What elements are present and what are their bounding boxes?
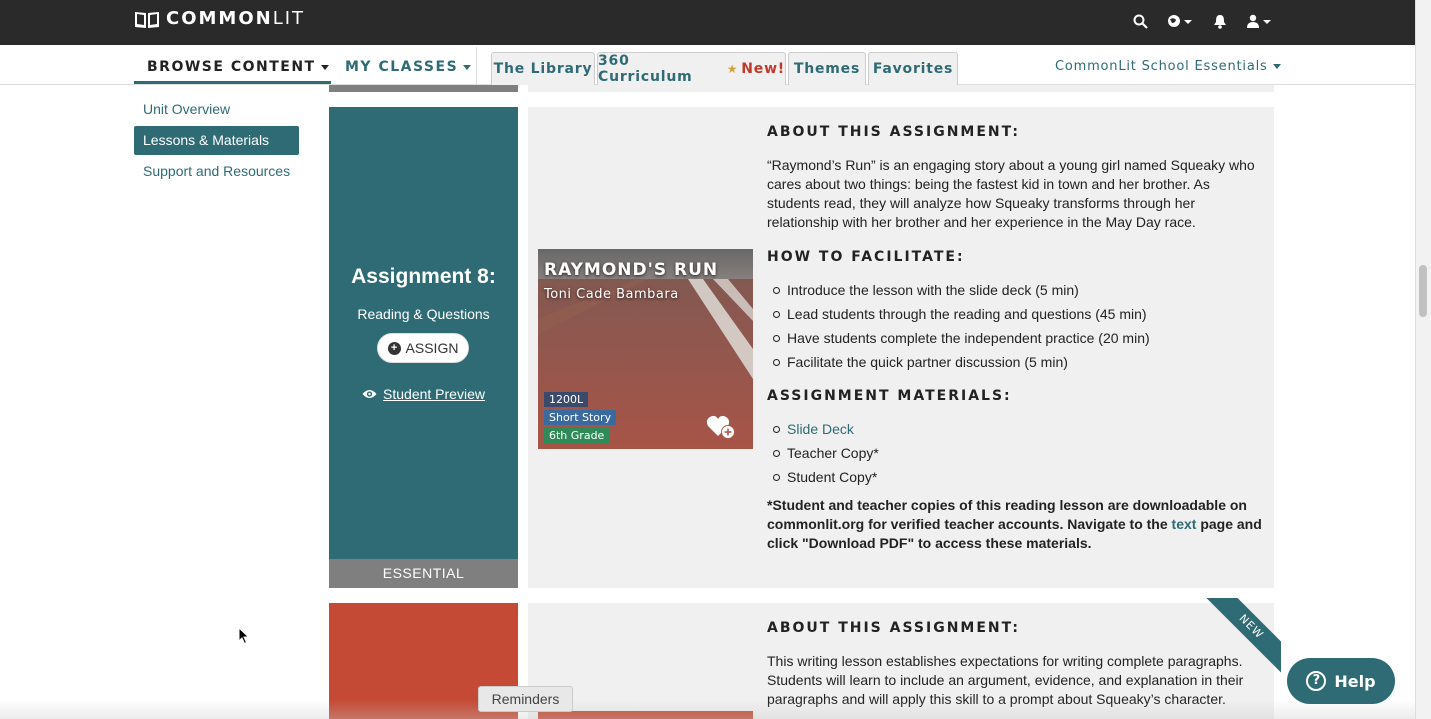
assignment-subtitle: Reading & Questions [357,306,490,322]
materials-list: Slide Deck Teacher Copy* Student Copy* [767,417,879,489]
active-nav-underline [134,81,331,84]
bell-icon[interactable] [1200,10,1240,32]
my-classes-menu[interactable]: MY CLASSES [345,59,472,75]
about-body: This writing lesson establishes expectat… [767,653,1244,707]
list-item: Teacher Copy* [773,441,879,465]
brand-name-light: LIT [272,8,306,29]
list-item: Have students complete the independent p… [773,326,1150,350]
download-note: *Student and teacher copies of this read… [767,496,1262,553]
about-heading: ABOUT THIS ASSIGNMENT: [767,124,1021,140]
assignment-title: Assignment 8: [351,265,496,288]
assign-button[interactable]: + ASSIGN [377,333,469,363]
tab-label: 360 Curriculum [598,53,693,85]
assign-button-label: ASSIGN [405,340,459,356]
chevron-down-icon [1272,64,1281,69]
help-label: Help [1334,671,1376,691]
new-ribbon: NEW [1199,598,1281,674]
text-title: RAYMOND'S RUN [544,260,719,280]
student-preview-link[interactable]: Student Preview [329,386,518,402]
text-author: Toni Cade Bambara [544,287,679,302]
text-page-link[interactable]: text [1172,516,1197,532]
assignment-card-sidebar: Assignment 8: Reading & Questions + ASSIG… [329,107,518,588]
reminders-button[interactable]: Reminders [478,686,573,712]
text-thumbnail[interactable]: RAYMOND'S RUN Toni Cade Bambara 1200L Sh… [538,249,753,449]
globe-icon[interactable] [1160,10,1200,32]
list-item: Introduce the lesson with the slide deck… [773,278,1150,302]
about-body: “Raymond’s Run” is an engaging story abo… [767,157,1255,230]
tab-label: Themes [793,61,861,77]
sidebar-item-support-resources[interactable]: Support and Resources [134,157,299,186]
tab-360-curriculum[interactable]: 360 Curriculum ★ New! [597,52,786,85]
star-icon: ★ [726,62,739,76]
school-essentials-menu[interactable]: CommonLit School Essentials [1055,59,1281,74]
search-icon[interactable] [1120,10,1160,32]
chevron-down-icon [320,64,329,70]
scrollbar-thumb[interactable] [1419,265,1427,317]
student-preview-label: Student Preview [383,386,485,402]
lexile-badge: 1200L [544,392,589,407]
favorite-heart-icon[interactable] [706,414,736,440]
next-assignment-card-details: ABOUT THIS ASSIGNMENT: This writing less… [528,603,1274,719]
plus-circle-icon: + [387,341,401,355]
commonlit-logo[interactable]: COMMON LIT [134,8,305,29]
browse-content-label: BROWSE CONTENT [147,59,316,75]
facilitate-heading: HOW TO FACILITATE: [767,249,965,265]
tab-favorites[interactable]: Favorites [868,52,958,85]
new-ribbon-label: NEW [1200,598,1281,674]
facilitate-list: Introduce the lesson with the slide deck… [767,278,1150,374]
genre-badge: Short Story [544,410,617,425]
list-item: Facilitate the quick partner discussion … [773,350,1150,374]
unit-sidebar: Unit Overview Lessons & Materials Suppor… [134,95,299,188]
brand-name-bold: COMMON [166,8,273,29]
sidebar-item-unit-overview[interactable]: Unit Overview [134,95,299,124]
question-circle-icon: ? [1306,671,1327,691]
tab-label: The Library [493,61,593,77]
materials-heading: ASSIGNMENT MATERIALS: [767,388,1012,404]
user-icon[interactable] [1240,10,1280,32]
tab-label: Favorites [872,61,954,77]
essential-tier-label: ESSENTIAL [329,559,518,588]
page-scrollbar[interactable] [1415,0,1431,719]
about-heading: ABOUT THIS ASSIGNMENT: [767,620,1021,636]
assignment-card-details: RAYMOND'S RUN Toni Cade Bambara 1200L Sh… [528,107,1274,588]
list-item: Lead students through the reading and qu… [773,302,1150,326]
book-icon [135,11,159,28]
tab-themes[interactable]: Themes [788,52,866,85]
grade-badge: 6th Grade [544,428,610,443]
top-navigation-bar: COMMON LIT [0,0,1415,45]
school-essentials-label: CommonLit School Essentials [1055,59,1268,74]
content-navigation: BROWSE CONTENT MY CLASSES The Library 36… [0,45,1415,85]
chevron-down-icon [463,64,472,70]
sidebar-item-lessons-materials[interactable]: Lessons & Materials [134,126,299,155]
previous-card-footer [329,85,518,92]
my-classes-label: MY CLASSES [345,59,459,75]
list-item: Student Copy* [773,465,879,489]
new-badge: New! [741,61,785,77]
browse-content-menu[interactable]: BROWSE CONTENT [147,59,329,75]
next-text-thumbnail[interactable] [538,711,753,719]
mouse-cursor-icon [238,627,250,645]
eye-icon [362,390,377,398]
tab-the-library[interactable]: The Library [491,52,595,85]
previous-card-body [528,85,1274,92]
help-button[interactable]: ? Help [1287,658,1395,704]
nav-divider [476,47,477,85]
slide-deck-link[interactable]: Slide Deck [773,417,879,441]
